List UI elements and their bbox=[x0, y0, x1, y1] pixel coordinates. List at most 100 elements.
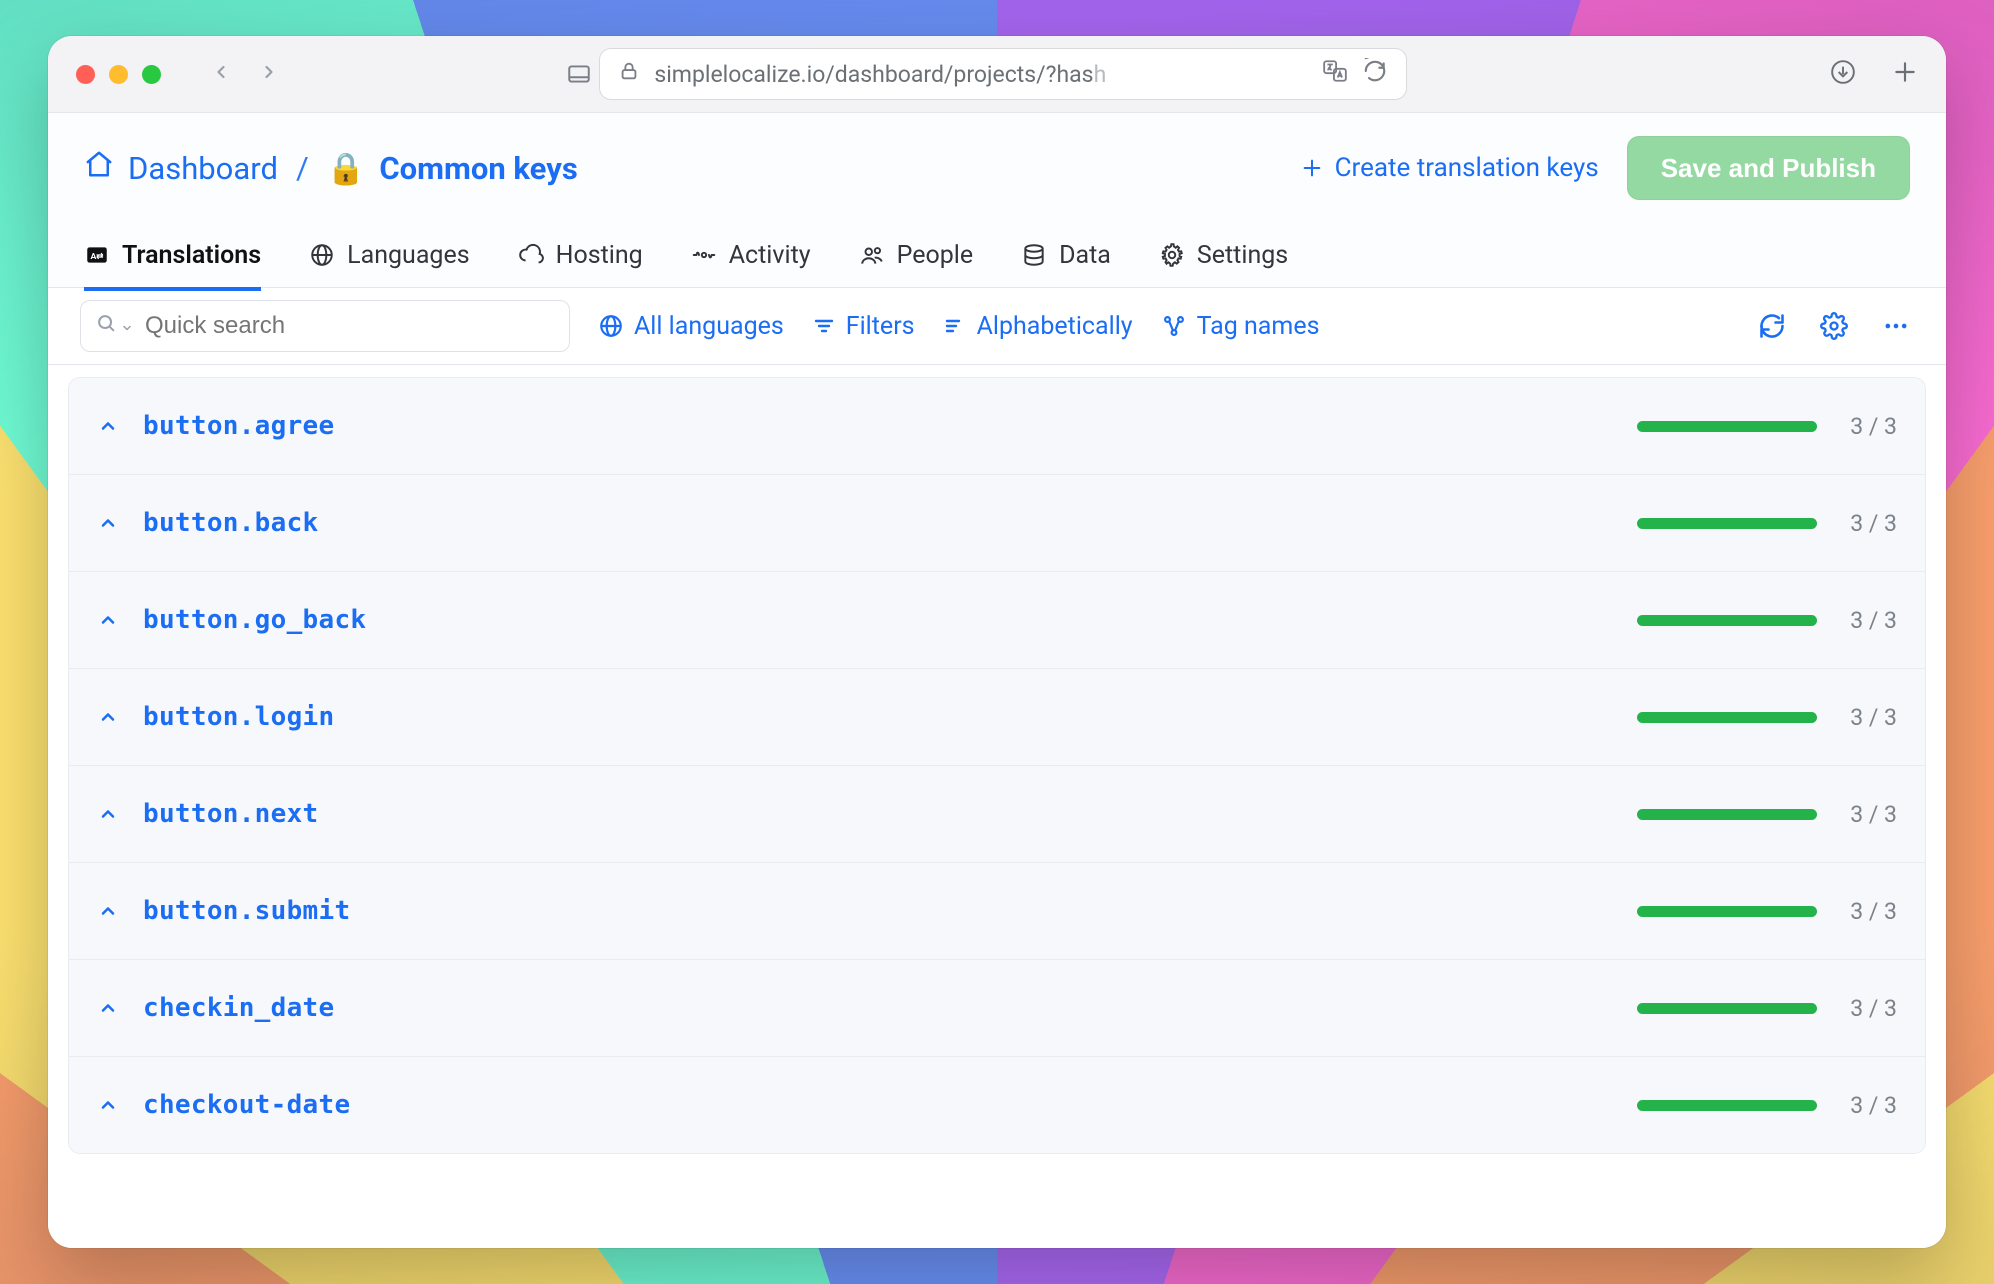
translation-key-row[interactable]: checkout-date 3 / 3 bbox=[69, 1057, 1925, 1153]
expand-caret-icon[interactable] bbox=[97, 998, 119, 1018]
window-minimize-button[interactable] bbox=[109, 65, 128, 84]
translation-key-name: checkout-date bbox=[143, 1090, 350, 1120]
progress-bar bbox=[1637, 906, 1817, 917]
expand-caret-icon[interactable] bbox=[97, 416, 119, 436]
new-tab-icon[interactable] bbox=[1892, 59, 1918, 89]
window-controls bbox=[76, 65, 161, 84]
translation-key-row[interactable]: button.back 3 / 3 bbox=[69, 475, 1925, 572]
tab-data[interactable]: Data bbox=[1021, 223, 1111, 287]
all-languages-filter[interactable]: All languages bbox=[598, 312, 784, 341]
tab-label: Languages bbox=[347, 241, 470, 270]
progress-bar bbox=[1637, 615, 1817, 626]
project-name[interactable]: Common keys bbox=[379, 150, 577, 187]
project-emoji: 🔒 bbox=[327, 150, 366, 187]
tab-label: Translations bbox=[122, 241, 261, 270]
expand-caret-icon[interactable] bbox=[97, 610, 119, 630]
translation-key-list: button.agree3 / 3button.back3 / 3button.… bbox=[48, 365, 1946, 1248]
tab-label: Activity bbox=[729, 241, 811, 270]
progress-bar bbox=[1637, 518, 1817, 529]
filters-button[interactable]: Filters bbox=[812, 312, 915, 341]
tab-activity[interactable]: Activity bbox=[691, 223, 811, 287]
tab-label: Hosting bbox=[556, 241, 643, 270]
sidebar-toggle-icon[interactable] bbox=[559, 54, 599, 94]
translation-key-name: button.back bbox=[143, 508, 319, 538]
row-progress: 3 / 3 bbox=[1637, 510, 1897, 537]
tab-label: Data bbox=[1059, 241, 1111, 270]
tab-translations[interactable]: A⇄ Translations bbox=[84, 219, 261, 291]
more-menu-icon[interactable] bbox=[1882, 312, 1910, 340]
breadcrumb-separator: / bbox=[296, 150, 309, 187]
page: Dashboard / 🔒 Common keys Create transla… bbox=[48, 113, 1946, 1248]
progress-ratio: 3 / 3 bbox=[1837, 607, 1897, 634]
expand-caret-icon[interactable] bbox=[97, 513, 119, 533]
toolbar-right bbox=[1758, 312, 1926, 340]
translation-key-row[interactable]: button.submit 3 / 3 bbox=[69, 863, 1925, 960]
breadcrumb-dashboard[interactable]: Dashboard bbox=[128, 150, 278, 187]
translation-key-name: button.next bbox=[143, 799, 319, 829]
expand-caret-icon[interactable] bbox=[97, 804, 119, 824]
expand-caret-icon[interactable] bbox=[97, 707, 119, 727]
translation-key-panel: button.agree3 / 3button.back3 / 3button.… bbox=[68, 377, 1926, 1154]
back-button[interactable] bbox=[211, 62, 231, 86]
tag-mode-button[interactable]: Tag names bbox=[1161, 312, 1320, 341]
row-progress: 3 / 3 bbox=[1637, 898, 1897, 925]
titlebar-right bbox=[1830, 59, 1918, 89]
home-icon[interactable] bbox=[84, 149, 114, 187]
address-bar[interactable]: simplelocalize.io/dashboard/projects/?ha… bbox=[599, 48, 1407, 100]
progress-ratio: 3 / 3 bbox=[1837, 898, 1897, 925]
translation-key-name: button.submit bbox=[143, 896, 350, 926]
translation-key-name: button.go_back bbox=[143, 605, 366, 635]
forward-button[interactable] bbox=[259, 62, 279, 86]
translation-key-row[interactable]: button.login 3 / 3 bbox=[69, 669, 1925, 766]
search-input[interactable] bbox=[143, 311, 555, 341]
expand-caret-icon[interactable] bbox=[97, 1095, 119, 1115]
row-progress: 3 / 3 bbox=[1637, 995, 1897, 1022]
filters-label: Filters bbox=[846, 312, 915, 341]
progress-ratio: 3 / 3 bbox=[1837, 510, 1897, 537]
progress-bar bbox=[1637, 421, 1817, 432]
translation-key-name: button.login bbox=[143, 702, 334, 732]
window-close-button[interactable] bbox=[76, 65, 95, 84]
url-text: simplelocalize.io/dashboard/projects/?ha… bbox=[654, 61, 1308, 88]
translation-key-row[interactable]: button.agree 3 / 3 bbox=[69, 378, 1925, 475]
breadcrumb: Dashboard / 🔒 Common keys bbox=[84, 149, 578, 187]
project-tabs: A⇄ Translations Languages Hosting Activity Pe… bbox=[48, 223, 1946, 288]
window-zoom-button[interactable] bbox=[142, 65, 161, 84]
tab-languages[interactable]: Languages bbox=[309, 223, 470, 287]
search-icon bbox=[95, 312, 117, 340]
tab-hosting[interactable]: Hosting bbox=[518, 223, 643, 287]
sort-button[interactable]: Alphabetically bbox=[943, 312, 1133, 341]
reload-icon[interactable] bbox=[1362, 58, 1388, 90]
header-actions: Create translation keys Save and Publish bbox=[1301, 136, 1910, 200]
row-progress: 3 / 3 bbox=[1637, 413, 1897, 440]
downloads-icon[interactable] bbox=[1830, 59, 1856, 89]
all-languages-label: All languages bbox=[634, 312, 784, 341]
sort-label: Alphabetically bbox=[977, 312, 1133, 341]
progress-ratio: 3 / 3 bbox=[1837, 995, 1897, 1022]
quick-search[interactable] bbox=[80, 300, 570, 352]
list-toolbar: All languages Filters Alphabetically Tag… bbox=[48, 288, 1946, 365]
translation-key-row[interactable]: checkin_date 3 / 3 bbox=[69, 960, 1925, 1057]
tab-settings[interactable]: Settings bbox=[1159, 223, 1288, 287]
progress-ratio: 3 / 3 bbox=[1837, 1092, 1897, 1119]
progress-bar bbox=[1637, 1003, 1817, 1014]
progress-bar bbox=[1637, 1100, 1817, 1111]
progress-ratio: 3 / 3 bbox=[1837, 704, 1897, 731]
translation-key-name: button.agree bbox=[143, 411, 334, 441]
translate-icon[interactable] bbox=[1322, 58, 1348, 90]
translation-key-name: checkin_date bbox=[143, 993, 334, 1023]
progress-ratio: 3 / 3 bbox=[1837, 801, 1897, 828]
save-and-publish-button[interactable]: Save and Publish bbox=[1627, 136, 1910, 200]
translation-key-row[interactable]: button.next 3 / 3 bbox=[69, 766, 1925, 863]
translation-key-row[interactable]: button.go_back 3 / 3 bbox=[69, 572, 1925, 669]
lock-icon bbox=[618, 60, 640, 88]
expand-caret-icon[interactable] bbox=[97, 901, 119, 921]
settings-icon[interactable] bbox=[1820, 312, 1848, 340]
refresh-button[interactable] bbox=[1758, 312, 1786, 340]
svg-text:A⇄: A⇄ bbox=[90, 252, 104, 262]
tab-people[interactable]: People bbox=[859, 223, 974, 287]
create-translation-keys-button[interactable]: Create translation keys bbox=[1301, 153, 1599, 183]
browser-window: simplelocalize.io/dashboard/projects/?ha… bbox=[48, 36, 1946, 1248]
row-progress: 3 / 3 bbox=[1637, 704, 1897, 731]
address-wrap: simplelocalize.io/dashboard/projects/?ha… bbox=[559, 48, 1407, 100]
